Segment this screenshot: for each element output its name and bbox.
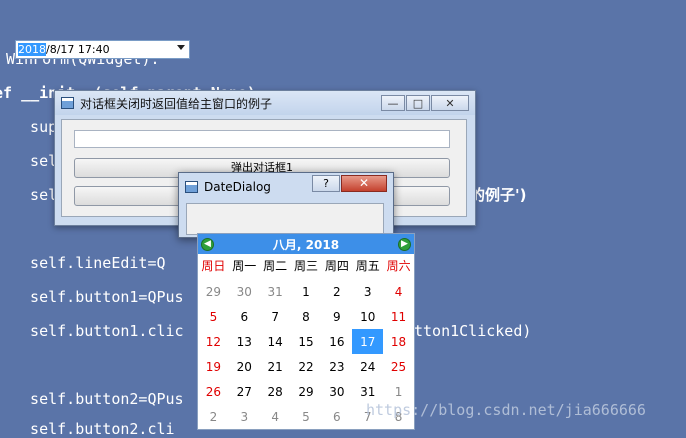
calendar-day[interactable]: 4 — [260, 404, 291, 429]
code-line-4: sel — [12, 152, 58, 170]
dialog-close-button[interactable]: ✕ — [341, 174, 387, 192]
code-line-9: self.button2=QPus — [12, 390, 184, 408]
calendar-day[interactable]: 14 — [260, 329, 291, 354]
calendar-day[interactable]: 28 — [260, 379, 291, 404]
code-line-10: self.button2.cli — [12, 420, 175, 438]
calendar-day[interactable]: 12 — [198, 329, 229, 354]
date-dialog-title: DateDialog — [204, 180, 271, 194]
window-icon — [185, 181, 198, 193]
date-dialog-client — [186, 203, 384, 235]
code-line-7: self.button1=QPus — [12, 288, 184, 306]
close-button[interactable]: ✕ — [431, 95, 469, 111]
weekday-label: 周五 — [355, 259, 380, 273]
arrow-right-icon[interactable]: ▶ — [397, 237, 411, 251]
calendar-day[interactable]: 2 — [198, 404, 229, 429]
weekday-label: 周三 — [293, 259, 318, 273]
main-window-title: 对话框关闭时返回值给主窗口的例子 — [80, 96, 273, 111]
window-icon — [61, 97, 74, 109]
weekday-label: 周四 — [324, 259, 349, 273]
calendar-day[interactable]: 25 — [383, 354, 414, 379]
calendar-day[interactable]: 16 — [321, 329, 352, 354]
code-line-5: sel — [12, 186, 58, 204]
calendar-day[interactable]: 17 — [352, 329, 384, 354]
calendar-nav: ◀ 八月, 2018 ▶ — [198, 234, 414, 254]
datetime-rest[interactable]: /8/17 17:40 — [46, 43, 110, 56]
calendar-day[interactable]: 29 — [198, 279, 229, 304]
calendar-day[interactable]: 31 — [260, 279, 291, 304]
calendar-day[interactable]: 30 — [229, 279, 260, 304]
date-dialog: DateDialog ? ✕ — [178, 172, 394, 238]
calendar-day[interactable]: 3 — [229, 404, 260, 429]
calendar-day[interactable]: 9 — [321, 304, 352, 329]
help-button[interactable]: ? — [312, 174, 340, 192]
weekday-label: 周一 — [232, 259, 257, 273]
calendar-day[interactable]: 4 — [383, 279, 414, 304]
code-line-6: self.lineEdit=Q — [12, 254, 166, 272]
calendar-day[interactable]: 18 — [383, 329, 414, 354]
weekday-header: 周日 周一 周二 周三 周四 周五 周六 — [198, 256, 414, 276]
calendar-day[interactable]: 10 — [352, 304, 383, 329]
calendar-day[interactable]: 2 — [321, 279, 352, 304]
calendar-day[interactable]: 30 — [321, 379, 352, 404]
calendar-day[interactable]: 8 — [291, 304, 322, 329]
calendar-day[interactable]: 13 — [229, 329, 260, 354]
code-line-8-tail: tton1Clicked) — [414, 322, 532, 340]
arrow-left-icon[interactable]: ◀ — [201, 237, 214, 251]
code-line-3: sup — [12, 118, 58, 136]
calendar-day[interactable]: 26 — [198, 379, 229, 404]
calendar-day[interactable]: 5 — [291, 404, 322, 429]
weekday-label: 周日 — [201, 259, 226, 273]
calendar-day[interactable]: 3 — [352, 279, 383, 304]
watermark: https://blog.csdn.net/jia666666 — [366, 401, 646, 419]
main-titlebar[interactable]: 对话框关闭时返回值给主窗口的例子 — □ ✕ — [55, 91, 475, 115]
calendar-day[interactable]: 6 — [229, 304, 260, 329]
calendar-day[interactable]: 22 — [291, 354, 322, 379]
calendar-day[interactable]: 7 — [260, 304, 291, 329]
calendar-day[interactable]: 20 — [229, 354, 260, 379]
calendar-day[interactable]: 29 — [291, 379, 322, 404]
weekday-label: 周六 — [386, 259, 411, 273]
calendar-day[interactable]: 24 — [352, 354, 383, 379]
year-section[interactable]: 2018 — [18, 43, 46, 56]
chevron-down-icon[interactable] — [177, 45, 185, 50]
date-dialog-titlebar[interactable]: DateDialog ? ✕ — [179, 173, 393, 201]
calendar-day[interactable]: 27 — [229, 379, 260, 404]
calendar-day[interactable]: 15 — [291, 329, 322, 354]
calendar-day[interactable]: 1 — [291, 279, 322, 304]
calendar-day[interactable]: 19 — [198, 354, 229, 379]
weekday-label: 周二 — [263, 259, 288, 273]
code-line-5-tail: 的例子') — [470, 186, 527, 204]
calendar-day[interactable]: 21 — [260, 354, 291, 379]
line-edit[interactable] — [74, 130, 450, 148]
calendar-day[interactable]: 6 — [321, 404, 352, 429]
datetime-edit[interactable]: 2018/8/17 17:40 — [15, 40, 190, 59]
calendar-day[interactable]: 23 — [321, 354, 352, 379]
minimize-button[interactable]: — — [381, 95, 405, 111]
maximize-button[interactable]: □ — [406, 95, 430, 111]
calendar-day[interactable]: 11 — [383, 304, 414, 329]
code-line-8: self.button1.clic — [12, 322, 184, 340]
calendar-day[interactable]: 5 — [198, 304, 229, 329]
month-year-title[interactable]: 八月, 2018 — [273, 236, 339, 253]
